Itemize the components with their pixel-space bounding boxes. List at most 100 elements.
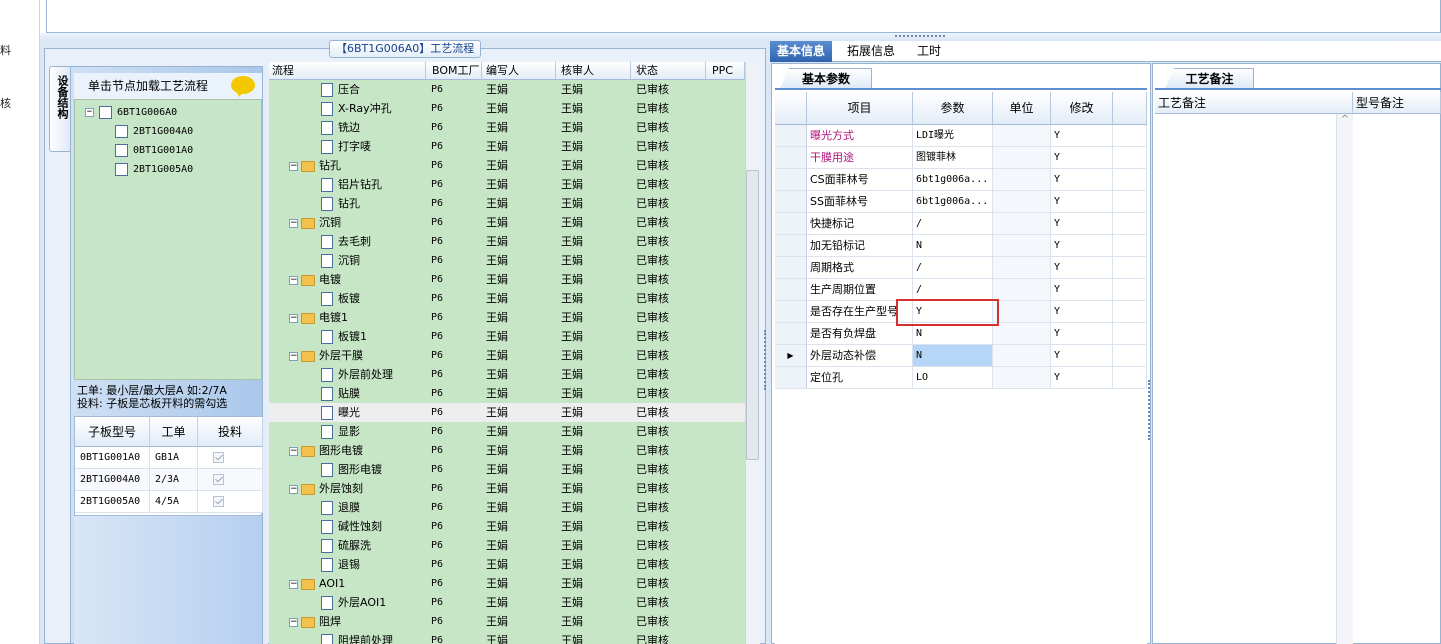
edit-cell[interactable]: Y bbox=[1051, 213, 1113, 235]
writer-cell[interactable]: 王娟 bbox=[486, 555, 556, 574]
param-row[interactable]: 周期格式 / Y bbox=[775, 257, 1147, 279]
status-cell[interactable]: 已审核 bbox=[636, 289, 706, 308]
process-name-cell[interactable]: 退锡 bbox=[321, 555, 426, 574]
status-cell[interactable]: 已审核 bbox=[636, 137, 706, 156]
param-row[interactable]: 快捷标记 / Y bbox=[775, 213, 1147, 235]
process-name-cell[interactable]: − 钻孔 bbox=[289, 156, 426, 175]
writer-cell[interactable]: 王娟 bbox=[486, 422, 556, 441]
reviewer-cell[interactable]: 王娟 bbox=[561, 536, 631, 555]
item-cell[interactable]: CS面菲林号 bbox=[807, 169, 913, 191]
process-name-cell[interactable]: − 沉铜 bbox=[289, 213, 426, 232]
param-row[interactable]: SS面菲林号 6bt1g006a... Y bbox=[775, 191, 1147, 213]
writer-cell[interactable]: 王娟 bbox=[486, 232, 556, 251]
edit-cell[interactable]: Y bbox=[1051, 191, 1113, 213]
process-name-cell[interactable]: 贴膜 bbox=[321, 384, 426, 403]
writer-cell[interactable]: 王娟 bbox=[486, 384, 556, 403]
table-cell[interactable]: 4/5A bbox=[150, 491, 198, 513]
collapse-icon[interactable]: − bbox=[289, 313, 298, 323]
craft-notes-scrollbar[interactable]: ^ bbox=[1336, 114, 1353, 644]
process-row[interactable]: 去毛刺 P6 王娟 王娟 已审核 bbox=[269, 232, 745, 251]
vertical-splitter[interactable] bbox=[263, 66, 268, 644]
bom-cell[interactable]: P6 bbox=[431, 574, 481, 593]
scrollbar-thumb[interactable] bbox=[746, 170, 759, 460]
param-cell[interactable]: LO bbox=[913, 367, 993, 389]
status-cell[interactable]: 已审核 bbox=[636, 232, 706, 251]
tree-node[interactable]: 2BT1G004A0 bbox=[115, 123, 193, 139]
writer-cell[interactable]: 王娟 bbox=[486, 365, 556, 384]
status-cell[interactable]: 已审核 bbox=[636, 555, 706, 574]
bom-cell[interactable]: P6 bbox=[431, 156, 481, 175]
process-name-cell[interactable]: 沉铜 bbox=[321, 251, 426, 270]
param-row[interactable]: 曝光方式 LDI曝光 Y bbox=[775, 125, 1147, 147]
process-row[interactable]: 阻焊前处理 P6 王娟 王娟 已审核 bbox=[269, 631, 745, 644]
process-name-cell[interactable]: 退膜 bbox=[321, 498, 426, 517]
column-header[interactable]: 子板型号 bbox=[75, 417, 150, 447]
param-cell[interactable]: / bbox=[913, 279, 993, 301]
table-cell[interactable]: 0BT1G001A0 bbox=[75, 447, 150, 469]
process-name-cell[interactable]: 打字唛 bbox=[321, 137, 426, 156]
reviewer-cell[interactable]: 王娟 bbox=[561, 232, 631, 251]
process-row[interactable]: − 钻孔 P6 王娟 王娟 已审核 bbox=[269, 156, 745, 175]
item-cell[interactable]: 是否有负焊盘 bbox=[807, 323, 913, 345]
process-row[interactable]: 压合 P6 王娟 王娟 已审核 bbox=[269, 80, 745, 99]
process-name-cell[interactable]: − 外层干膜 bbox=[289, 346, 426, 365]
column-header[interactable]: 工单 bbox=[150, 417, 198, 447]
writer-cell[interactable]: 王娟 bbox=[486, 99, 556, 118]
process-name-cell[interactable]: − AOI1 bbox=[289, 574, 426, 593]
writer-cell[interactable]: 王娟 bbox=[486, 574, 556, 593]
table-cell[interactable]: 2BT1G005A0 bbox=[75, 491, 150, 513]
writer-cell[interactable]: 王娟 bbox=[486, 631, 556, 644]
reviewer-cell[interactable]: 王娟 bbox=[561, 403, 631, 422]
tab-craft-notes[interactable]: 工艺备注 bbox=[1165, 68, 1254, 89]
status-cell[interactable]: 已审核 bbox=[636, 118, 706, 137]
param-cell[interactable]: N bbox=[913, 345, 993, 367]
process-name-cell[interactable]: 阻焊前处理 bbox=[321, 631, 426, 644]
edit-cell[interactable]: Y bbox=[1051, 147, 1113, 169]
param-row[interactable]: 生产周期位置 / Y bbox=[775, 279, 1147, 301]
edit-cell[interactable]: Y bbox=[1051, 169, 1113, 191]
row-indicator[interactable] bbox=[775, 235, 807, 257]
process-row[interactable]: 曝光 P6 王娟 王娟 已审核 bbox=[269, 403, 745, 422]
unit-cell[interactable] bbox=[993, 257, 1051, 279]
param-row[interactable]: CS面菲林号 6bt1g006a... Y bbox=[775, 169, 1147, 191]
process-row[interactable]: 退膜 P6 王娟 王娟 已审核 bbox=[269, 498, 745, 517]
table-cell[interactable] bbox=[198, 491, 263, 513]
unit-cell[interactable] bbox=[993, 279, 1051, 301]
bom-cell[interactable]: P6 bbox=[431, 479, 481, 498]
writer-cell[interactable]: 王娟 bbox=[486, 460, 556, 479]
bom-cell[interactable]: P6 bbox=[431, 118, 481, 137]
reviewer-cell[interactable]: 王娟 bbox=[561, 308, 631, 327]
process-name-cell[interactable]: X-Ray冲孔 bbox=[321, 99, 426, 118]
reviewer-cell[interactable]: 王娟 bbox=[561, 175, 631, 194]
reviewer-cell[interactable]: 王娟 bbox=[561, 555, 631, 574]
process-row[interactable]: − 阻焊 P6 王娟 王娟 已审核 bbox=[269, 612, 745, 631]
status-cell[interactable]: 已审核 bbox=[636, 213, 706, 232]
process-name-cell[interactable]: 压合 bbox=[321, 80, 426, 99]
process-row[interactable]: 硫脲洗 P6 王娟 王娟 已审核 bbox=[269, 536, 745, 555]
collapse-icon[interactable]: − bbox=[289, 579, 298, 589]
bom-cell[interactable]: P6 bbox=[431, 213, 481, 232]
param-cell[interactable]: N bbox=[913, 235, 993, 257]
writer-cell[interactable]: 王娟 bbox=[486, 612, 556, 631]
process-row[interactable]: 打字唛 P6 王娟 王娟 已审核 bbox=[269, 137, 745, 156]
writer-cell[interactable]: 王娟 bbox=[486, 498, 556, 517]
collapse-icon[interactable]: − bbox=[289, 161, 298, 171]
param-cell[interactable]: N bbox=[913, 323, 993, 345]
process-row[interactable]: 板镀 P6 王娟 王娟 已审核 bbox=[269, 289, 745, 308]
tree-node[interactable]: 0BT1G001A0 bbox=[115, 142, 193, 158]
row-indicator[interactable] bbox=[775, 279, 807, 301]
process-name-cell[interactable]: − 电镀1 bbox=[289, 308, 426, 327]
bom-cell[interactable]: P6 bbox=[431, 422, 481, 441]
process-row[interactable]: 板镀1 P6 王娟 王娟 已审核 bbox=[269, 327, 745, 346]
collapse-icon[interactable]: − bbox=[289, 218, 298, 228]
invest-checkbox[interactable] bbox=[213, 451, 224, 463]
writer-cell[interactable]: 王娟 bbox=[486, 441, 556, 460]
column-header[interactable]: BOM工厂 bbox=[426, 62, 482, 80]
status-cell[interactable]: 已审核 bbox=[636, 327, 706, 346]
item-cell[interactable]: 干膜用途 bbox=[807, 147, 913, 169]
process-name-cell[interactable]: 钻孔 bbox=[321, 194, 426, 213]
status-cell[interactable]: 已审核 bbox=[636, 536, 706, 555]
row-indicator[interactable] bbox=[775, 213, 807, 235]
bom-cell[interactable]: P6 bbox=[431, 555, 481, 574]
process-name-cell[interactable]: 碱性蚀刻 bbox=[321, 517, 426, 536]
